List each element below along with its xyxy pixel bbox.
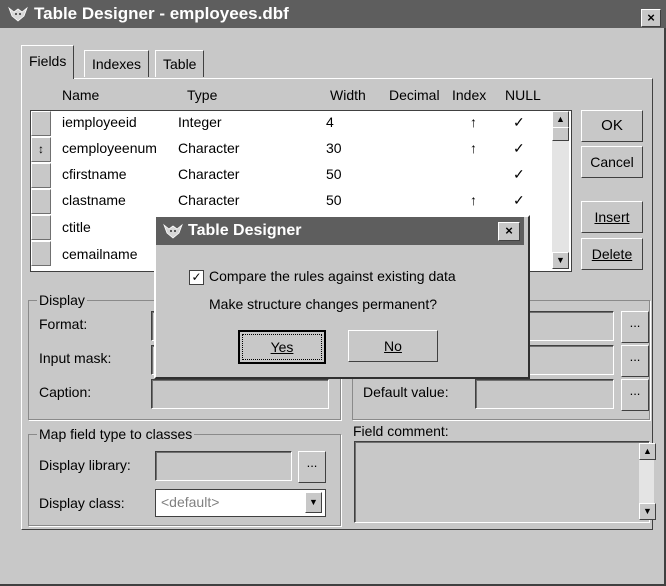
field-comment-label: Field comment: [353, 423, 449, 439]
field-name-cell[interactable]: ctitle [62, 219, 91, 235]
field-name-cell[interactable]: iemployeeid [62, 114, 137, 130]
tab-indexes[interactable]: Indexes [84, 50, 150, 77]
index-arrow-icon[interactable]: ↑ [470, 140, 477, 156]
field-type-cell[interactable]: Character [178, 192, 239, 208]
field-width-cell[interactable]: 4 [326, 114, 334, 130]
null-check-icon[interactable]: ✓ [513, 114, 525, 131]
dropdown-arrow-icon[interactable]: ▼ [305, 492, 322, 513]
tab-fields[interactable]: Fields [21, 45, 75, 79]
delete-button[interactable]: Delete [581, 238, 643, 270]
fox-icon [8, 6, 28, 22]
window-title: Table Designer - employees.dbf [34, 4, 289, 23]
column-header-decimal: Decimal [389, 87, 440, 103]
scroll-up-icon[interactable]: ▲ [552, 111, 569, 128]
tab-table[interactable]: Table [155, 50, 205, 77]
field-type-cell[interactable]: Integer [178, 114, 222, 130]
field-width-cell[interactable]: 30 [326, 140, 342, 156]
null-check-icon[interactable]: ✓ [513, 166, 525, 183]
scroll-thumb[interactable] [552, 127, 569, 141]
dialog-close-button[interactable]: × [498, 222, 520, 241]
input-mask-label: Input mask: [39, 350, 112, 366]
display-library-button[interactable]: ... [298, 451, 326, 483]
scroll-down-icon[interactable]: ▼ [552, 252, 569, 269]
rule-builder-button[interactable]: ... [621, 311, 649, 343]
ok-button[interactable]: OK [581, 110, 643, 142]
index-arrow-icon[interactable]: ↑ [470, 114, 477, 130]
row-selector[interactable]: ↕ [31, 137, 51, 162]
index-arrow-icon[interactable]: ↑ [470, 192, 477, 208]
scroll-down-icon[interactable]: ▼ [639, 503, 656, 520]
field-name-cell[interactable]: clastname [62, 192, 126, 208]
window-close-button[interactable]: × [641, 9, 661, 27]
null-check-icon[interactable]: ✓ [513, 140, 525, 157]
field-width-cell[interactable]: 50 [326, 192, 342, 208]
field-width-cell[interactable]: 50 [326, 166, 342, 182]
row-selector[interactable] [31, 189, 51, 214]
scroll-up-icon[interactable]: ▲ [639, 443, 656, 460]
default-value-builder-button[interactable]: ... [621, 379, 649, 411]
null-check-icon[interactable]: ✓ [513, 192, 525, 209]
format-label: Format: [39, 316, 88, 332]
message-builder-button[interactable]: ... [621, 345, 649, 377]
field-type-cell[interactable]: Character [178, 140, 239, 156]
dialog-titlebar: Table Designer × [156, 217, 524, 245]
compare-rules-label[interactable]: Compare the rules against existing data [209, 268, 456, 284]
caption-label: Caption: [39, 384, 92, 400]
insert-button[interactable]: Insert [581, 201, 643, 233]
field-name-cell[interactable]: cemailname [62, 246, 137, 262]
row-selector[interactable] [31, 241, 51, 266]
field-comment-textarea[interactable] [354, 441, 650, 523]
display-library-input[interactable] [155, 451, 292, 481]
display-library-label: Display library: [39, 457, 131, 473]
display-class-value: <default> [161, 494, 220, 510]
confirm-dialog: Table Designer × ✓ Compare the rules aga… [154, 215, 530, 379]
dialog-title: Table Designer [188, 222, 302, 239]
column-header-width: Width [330, 87, 366, 103]
row-selector[interactable] [31, 215, 51, 240]
cancel-button[interactable]: Cancel [581, 146, 643, 178]
window-titlebar: Table Designer - employees.dbf × [0, 0, 666, 28]
default-value-input[interactable] [475, 379, 614, 409]
no-button[interactable]: No [348, 330, 438, 362]
display-group-legend: Display [37, 292, 87, 308]
row-selector[interactable] [31, 111, 51, 136]
dialog-question: Make structure changes permanent? [209, 296, 438, 312]
map-classes-legend: Map field type to classes [37, 426, 195, 442]
compare-rules-checkbox[interactable]: ✓ [189, 270, 204, 285]
column-header-type: Type [187, 87, 218, 103]
fox-icon [163, 223, 183, 239]
row-selector[interactable] [31, 163, 51, 188]
field-type-cell[interactable]: Character [178, 166, 239, 182]
caption-input[interactable] [151, 379, 329, 409]
column-header-index: Index [452, 87, 487, 103]
column-header-name: Name [62, 87, 100, 103]
field-name-cell[interactable]: cemployeenum [62, 140, 157, 156]
field-name-cell[interactable]: cfirstname [62, 166, 127, 182]
display-class-label: Display class: [39, 495, 125, 511]
column-header-null: NULL [505, 87, 541, 103]
yes-button[interactable]: Yes [238, 330, 326, 364]
default-value-label: Default value: [363, 384, 449, 400]
